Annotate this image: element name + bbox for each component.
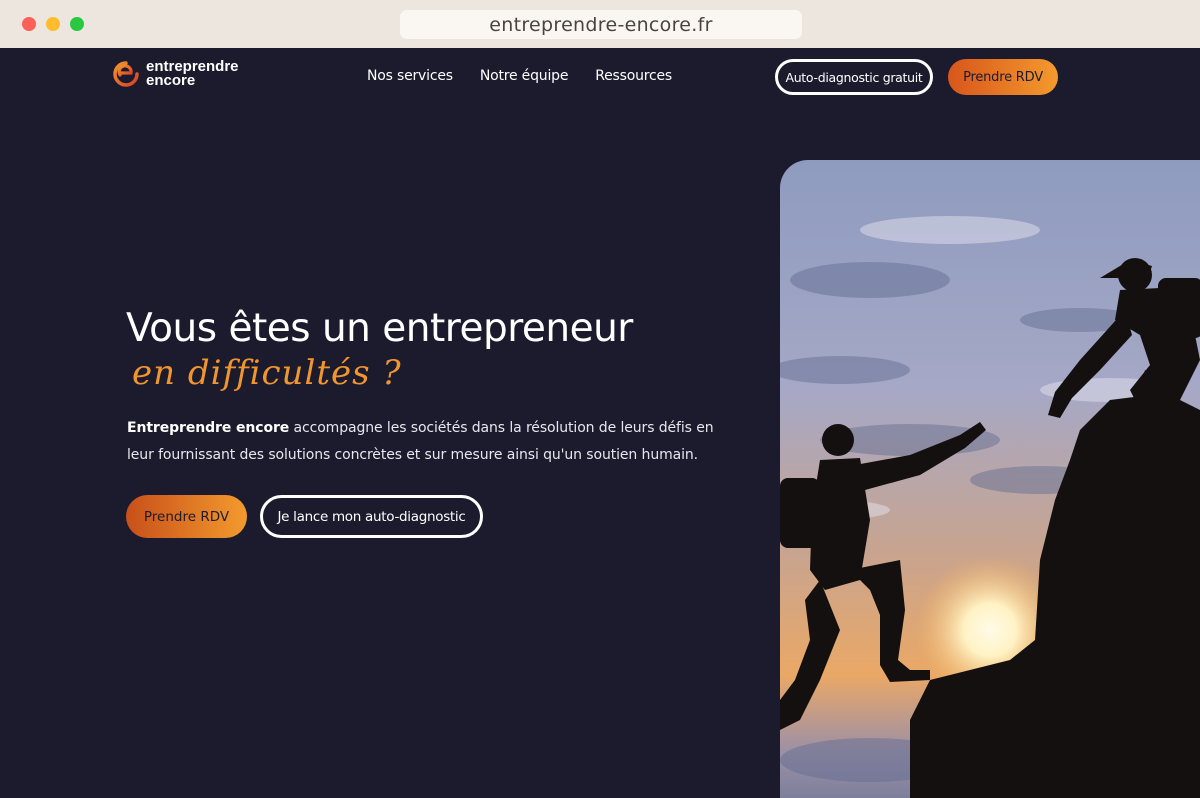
browser-chrome: entreprendre-encore.fr: [0, 0, 1200, 48]
hero-subtitle: en difficultés ?: [132, 353, 402, 393]
climbers-silhouette-image: [780, 160, 1200, 798]
close-window-icon[interactable]: [22, 17, 36, 31]
address-bar[interactable]: entreprendre-encore.fr: [400, 10, 802, 39]
hero-diagnostic-button[interactable]: Je lance mon auto-diagnostic: [260, 495, 483, 538]
logo-line-2: encore: [146, 72, 196, 89]
minimize-window-icon[interactable]: [46, 17, 60, 31]
hero-image: [780, 160, 1200, 798]
hero-title: Vous êtes un entrepreneur: [126, 306, 633, 351]
site-logo[interactable]: entreprendre encore: [112, 59, 239, 89]
nav-link-team[interactable]: Notre équipe: [480, 68, 569, 84]
logo-text: entreprendre encore: [146, 59, 239, 89]
logo-swirl-icon: [113, 61, 139, 87]
main-nav: Nos services Notre équipe Ressources: [367, 68, 672, 84]
header-appointment-button[interactable]: Prendre RDV: [948, 59, 1058, 95]
nav-link-resources[interactable]: Ressources: [595, 68, 672, 84]
page: entreprendre encore Nos services Notre é…: [0, 48, 1200, 798]
hero-brand-name: Entreprendre encore: [127, 420, 290, 436]
nav-link-services[interactable]: Nos services: [367, 68, 453, 84]
maximize-window-icon[interactable]: [70, 17, 84, 31]
hero-appointment-button[interactable]: Prendre RDV: [126, 495, 247, 538]
hero-description: Entreprendre encore accompagne les socié…: [127, 415, 727, 469]
auto-diagnostic-button[interactable]: Auto-diagnostic gratuit: [775, 59, 933, 95]
